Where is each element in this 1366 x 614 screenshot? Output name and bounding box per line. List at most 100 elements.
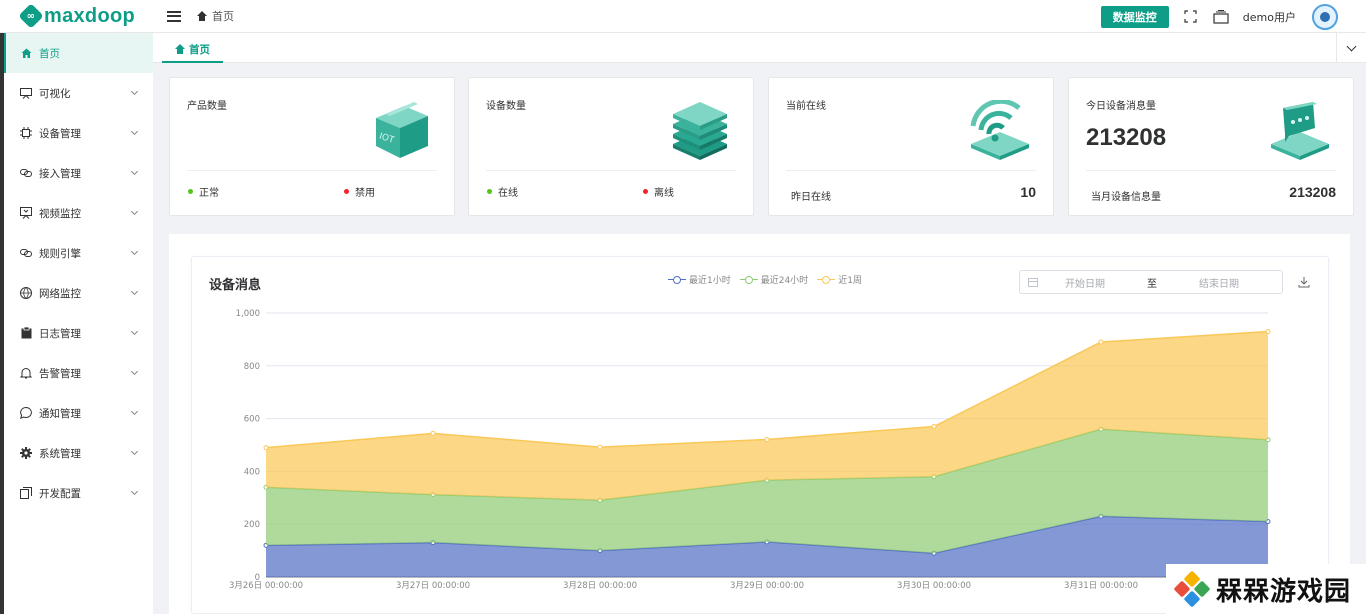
sidebar-item-alarm-management[interactable]: 告警管理 (4, 353, 153, 393)
sidebar-item-video-monitor[interactable]: 视频监控 (4, 193, 153, 233)
y-tick-label: 400 (244, 467, 260, 477)
y-tick-label: 800 (244, 362, 260, 372)
sidebar-item-notify-management[interactable]: 通知管理 (4, 393, 153, 433)
sidebar-item-dev-config[interactable]: 开发配置 (4, 473, 153, 513)
sidebar-item-rule-engine[interactable]: 规则引擎 (4, 233, 153, 273)
data-point[interactable] (764, 436, 770, 442)
status-dot (188, 189, 193, 194)
date-range-picker[interactable]: 开始日期 至 结束日期 (1019, 270, 1283, 294)
data-point[interactable] (1098, 339, 1104, 345)
sidebar-item-label: 设备管理 (39, 127, 81, 140)
download-icon[interactable] (1298, 276, 1310, 288)
chart-areas (263, 328, 1271, 577)
menu-toggle-icon[interactable] (167, 10, 181, 22)
panel-title: 设备消息 (209, 278, 262, 293)
wifi-router-icon (970, 100, 1029, 160)
legend-item-24h[interactable]: 最近24小时 (739, 273, 808, 286)
fullscreen-icon[interactable] (1183, 9, 1199, 25)
status-label: 在线 (498, 188, 518, 199)
x-tick-label: 3月27日 00:00:00 (396, 581, 470, 591)
sidebar-item-log-management[interactable]: 日志管理 (4, 313, 153, 353)
data-point[interactable] (597, 444, 603, 450)
status-normal: 正常 (188, 184, 219, 199)
data-point[interactable] (263, 445, 269, 451)
card-divider (486, 170, 736, 171)
sidebar-item-label: 视频监控 (39, 207, 81, 220)
sidebar-item-label: 可视化 (39, 87, 71, 100)
sidebar-item-access-management[interactable]: 接入管理 (4, 153, 153, 193)
status-dot (487, 189, 492, 194)
date-start-input[interactable]: 开始日期 (1065, 275, 1105, 290)
card-divider (786, 170, 1036, 171)
data-point[interactable] (430, 430, 436, 436)
layers-icon[interactable] (1213, 9, 1229, 25)
breadcrumb-home[interactable]: 首页 (212, 8, 234, 24)
data-monitor-button[interactable]: 数据监控 (1100, 5, 1169, 28)
chevron-down-icon (130, 247, 139, 256)
avatar[interactable] (1312, 3, 1338, 30)
status-offline: 离线 (643, 184, 674, 199)
chip-icon (20, 127, 32, 139)
copy-icon (20, 487, 32, 499)
top-header: ∞ maxdoop 首页 数据监控 demo用户 (0, 0, 1366, 33)
sidebar-item-label: 日志管理 (39, 327, 81, 340)
monthly-message-label: 当月设备信息量 (1091, 192, 1161, 203)
breadcrumb: 首页 (197, 8, 234, 24)
legend-item-1h[interactable]: 最近1小时 (668, 273, 731, 286)
yesterday-online-value: 10 (1020, 184, 1036, 200)
legend-label: 近1周 (838, 276, 862, 286)
legend-item-week[interactable]: 近1周 (817, 273, 862, 286)
date-end-input[interactable]: 结束日期 (1199, 275, 1239, 290)
sidebar-item-system-management[interactable]: 系统管理 (4, 433, 153, 473)
card-divider (1086, 170, 1336, 171)
x-axis-ticks: 3月26日 00:00:00 3月27日 00:00:00 3月28日 00:00:… (229, 581, 1138, 591)
x-tick-label: 3月29日 00:00:00 (730, 581, 804, 591)
status-label: 正常 (199, 188, 219, 199)
date-separator: 至 (1147, 278, 1157, 290)
sidebar-item-home[interactable]: 首页 (4, 33, 153, 73)
username[interactable]: demo用户 (1243, 9, 1296, 25)
logo-mark-icon: ∞ (18, 3, 44, 29)
status-label: 禁用 (355, 188, 375, 199)
x-tick-label: 3月30日 00:00:00 (897, 581, 971, 591)
chevron-down-icon (130, 207, 139, 216)
logo[interactable]: ∞ maxdoop (0, 0, 153, 33)
server-icon (673, 102, 727, 160)
watermark: 槑槑游戏园 (1166, 564, 1366, 614)
tab-home[interactable]: 首页 (162, 37, 223, 63)
sidebar-item-device-management[interactable]: 设备管理 (4, 113, 153, 153)
data-point[interactable] (931, 424, 937, 430)
tab-label: 首页 (189, 43, 210, 56)
chevron-down-icon (130, 167, 139, 176)
home-icon (175, 44, 185, 54)
bell-icon (20, 367, 32, 379)
sidebar-item-network-monitor[interactable]: 网络监控 (4, 273, 153, 313)
sidebar-item-label: 网络监控 (39, 287, 81, 300)
y-tick-label: 200 (244, 520, 260, 530)
data-point[interactable] (1265, 328, 1271, 334)
chevron-down-icon (130, 487, 139, 496)
sidebar-item-label: 系统管理 (39, 447, 81, 460)
sidebar-item-visualization[interactable]: 可视化 (4, 73, 153, 113)
sidebar-item-label: 通知管理 (39, 407, 81, 420)
legend-line-icon (668, 275, 686, 284)
current-online-card: 当前在线 昨日在线 10 (768, 77, 1054, 216)
device-count-card: 设备数量 在线 离线 (468, 77, 754, 216)
card-divider (187, 170, 437, 171)
card-title: 设备数量 (486, 101, 526, 112)
x-tick-label: 3月26日 00:00:00 (229, 581, 303, 591)
monthly-message-value: 213208 (1289, 184, 1336, 200)
product-count-card: 产品数量 IOT 正常 禁用 (169, 77, 455, 216)
status-dot (643, 189, 648, 194)
tab-dropdown-button[interactable] (1336, 33, 1366, 63)
chevron-down-icon (130, 447, 139, 456)
legend-line-icon (817, 275, 836, 284)
card-title: 当前在线 (786, 101, 826, 112)
globe-icon (20, 287, 32, 299)
chart-legend: 最近1小时 最近24小时 近1周 (668, 273, 862, 286)
card-title: 产品数量 (187, 101, 227, 112)
iot-box-icon: IOT (376, 102, 428, 158)
status-disabled: 禁用 (344, 184, 375, 199)
logo-text: maxdoop (44, 4, 135, 27)
sidebar-item-label: 告警管理 (39, 367, 81, 380)
